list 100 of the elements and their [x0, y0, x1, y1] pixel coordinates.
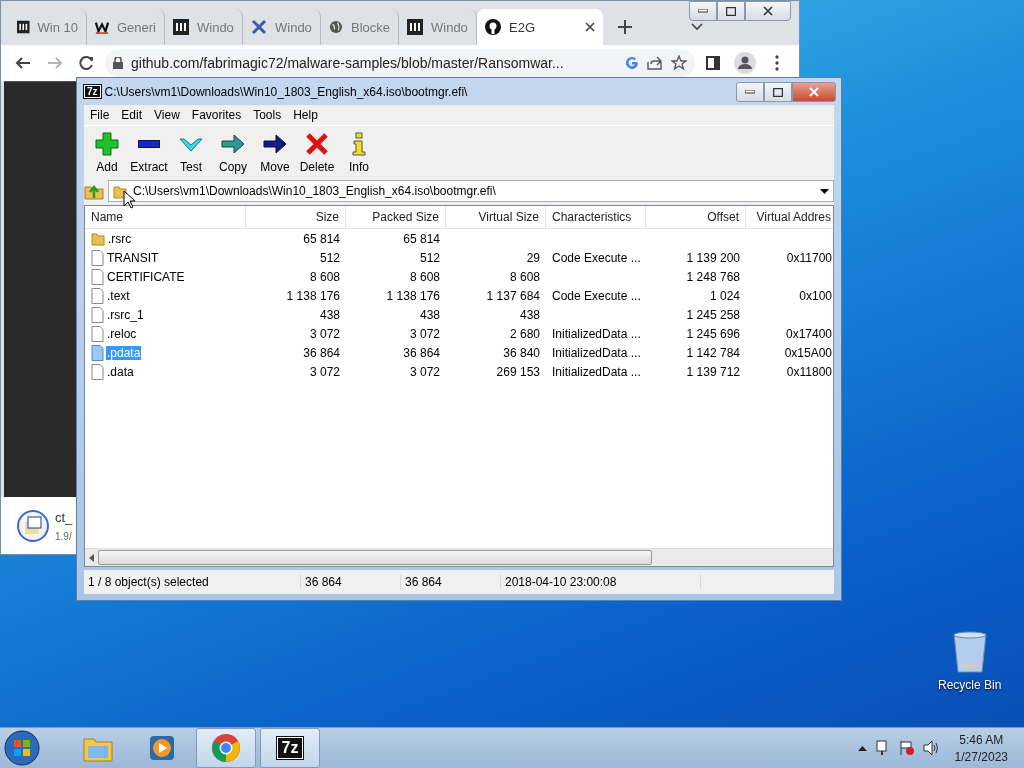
maximize-icon — [726, 6, 736, 16]
maximize-button[interactable] — [717, 1, 745, 21]
icon-label: Recycle Bin — [938, 678, 1002, 692]
column-header[interactable]: Virtual Size — [446, 206, 546, 228]
table-cell: 36 864 — [403, 345, 440, 360]
close-button[interactable] — [792, 82, 836, 102]
file-name[interactable]: .data — [106, 364, 135, 379]
maximize-button[interactable] — [764, 82, 792, 102]
profile-icon[interactable] — [734, 52, 756, 74]
speaker-icon[interactable] — [922, 740, 939, 756]
menu-item[interactable]: Edit — [115, 108, 149, 122]
close-button[interactable] — [745, 1, 791, 21]
menu-item[interactable]: File — [84, 108, 116, 122]
table-cell: Code Execute ... — [552, 288, 641, 303]
recycle-bin-icon[interactable] — [950, 630, 989, 674]
start-button[interactable] — [4, 730, 40, 766]
menu-item[interactable]: Help — [287, 108, 324, 122]
file-name[interactable]: .rsrc — [107, 231, 133, 246]
table-cell: 1 142 784 — [686, 345, 740, 360]
toolbar-button[interactable]: Info — [338, 130, 380, 174]
status-text: 1 / 8 object(s) selected — [84, 575, 301, 589]
file-name[interactable]: .reloc — [106, 326, 138, 341]
file-name[interactable]: CERTIFICATE — [106, 269, 186, 284]
folder-icon — [113, 183, 127, 199]
table-cell: 1 139 200 — [686, 250, 740, 265]
menu-item[interactable]: Tools — [247, 108, 288, 122]
file-icon — [91, 344, 104, 361]
table-cell: 8 608 — [309, 269, 340, 284]
address-bar[interactable]: github.com/fabrimagic72/malware-samples/blob/master/Ransomwar... — [105, 49, 695, 77]
close-icon[interactable] — [585, 22, 595, 32]
table-cell: Code Execute ... — [552, 250, 641, 265]
flag-icon[interactable] — [898, 740, 915, 756]
toolbar-button[interactable]: Copy — [212, 130, 254, 174]
toolbar-button[interactable]: Test — [170, 130, 212, 174]
table-cell: 3 072 — [409, 364, 440, 379]
horizontal-scrollbar[interactable] — [85, 548, 833, 566]
column-header[interactable]: Offset — [646, 206, 746, 228]
status-text: 36 864 — [401, 575, 501, 589]
file-name[interactable]: .text — [106, 288, 131, 303]
dropdown-arrow-icon[interactable] — [820, 188, 829, 194]
menu-item[interactable]: Favorites — [185, 108, 248, 122]
table-cell: 438 — [419, 307, 440, 322]
columns-icon — [407, 19, 423, 35]
scroll-left-icon[interactable] — [89, 553, 94, 562]
table-cell: 0x100 — [799, 288, 832, 303]
side-panel-icon[interactable] — [706, 56, 720, 70]
status-text: 36 864 — [301, 575, 401, 589]
window-title: C:\Users\vm1\Downloads\Win10_1803_English_x64.iso\bootmgr.efi\ — [104, 84, 468, 99]
table-cell: 8 608 — [509, 269, 540, 284]
maximize-icon — [773, 87, 783, 97]
minus-icon — [138, 139, 160, 148]
share-icon[interactable] — [647, 56, 663, 70]
play-icon[interactable] — [148, 734, 176, 762]
browser-tab[interactable]: E2G — [477, 9, 603, 45]
table-cell: 269 153 — [496, 364, 540, 379]
file-name[interactable]: .rsrc_1 — [106, 307, 145, 322]
file-icon — [91, 306, 104, 323]
toolbar-button[interactable]: Delete — [296, 130, 338, 174]
column-header[interactable]: Virtual Addres — [746, 206, 833, 228]
close-icon — [763, 6, 773, 16]
star-icon[interactable] — [671, 55, 687, 71]
table-cell: 3 072 — [409, 326, 440, 341]
menu-item[interactable]: View — [148, 108, 186, 122]
file-icon — [91, 325, 104, 342]
browser-logo-icon[interactable] — [211, 733, 241, 763]
column-header[interactable]: Characteristics — [546, 206, 646, 228]
plus-icon — [94, 130, 120, 157]
show-hidden-icons[interactable] — [857, 745, 867, 751]
file-name[interactable]: TRANSIT — [106, 250, 160, 265]
table-cell: 36 864 — [303, 345, 340, 360]
table-cell: 65 814 — [303, 231, 340, 246]
table-cell: 3 072 — [309, 326, 340, 341]
table-cell: 1 248 768 — [686, 269, 740, 284]
g-logo-icon[interactable] — [625, 56, 639, 70]
path-field[interactable]: C:\Users\vm1\Downloads\Win10_1803_English_x64.iso\bootmgr.efi\ — [108, 180, 834, 202]
table-cell: 512 — [419, 250, 440, 265]
toolbar-button[interactable]: Add — [86, 130, 128, 174]
cross-icon — [304, 130, 330, 157]
file-icon — [91, 287, 104, 304]
columns-icon — [173, 19, 189, 35]
archiver-logo[interactable]: 7z — [276, 737, 304, 759]
column-header[interactable]: Size — [246, 206, 346, 228]
toolbar-button[interactable]: Extract — [128, 130, 170, 174]
table-cell: 0x15A00 — [784, 345, 832, 360]
table-cell: 29 — [526, 250, 540, 265]
download-name[interactable]: ct_ — [55, 509, 73, 525]
toolbar-button[interactable]: Move — [254, 130, 296, 174]
reload-icon — [79, 55, 95, 71]
table-cell: 0x11800 — [786, 364, 832, 379]
plus-icon[interactable] — [618, 20, 632, 34]
table-cell: 1 024 — [709, 288, 740, 303]
column-header[interactable]: Packed Size — [346, 206, 446, 228]
minimize-icon — [745, 90, 755, 94]
table-cell: 1 139 712 — [686, 364, 740, 379]
menu-icon[interactable] — [775, 55, 779, 71]
table-cell: 36 840 — [503, 345, 540, 360]
chevron-down-icon[interactable] — [691, 23, 703, 31]
app-logo: 7z — [84, 85, 101, 98]
letter-logo-icon — [95, 19, 109, 35]
table-cell: 438 — [319, 307, 340, 322]
